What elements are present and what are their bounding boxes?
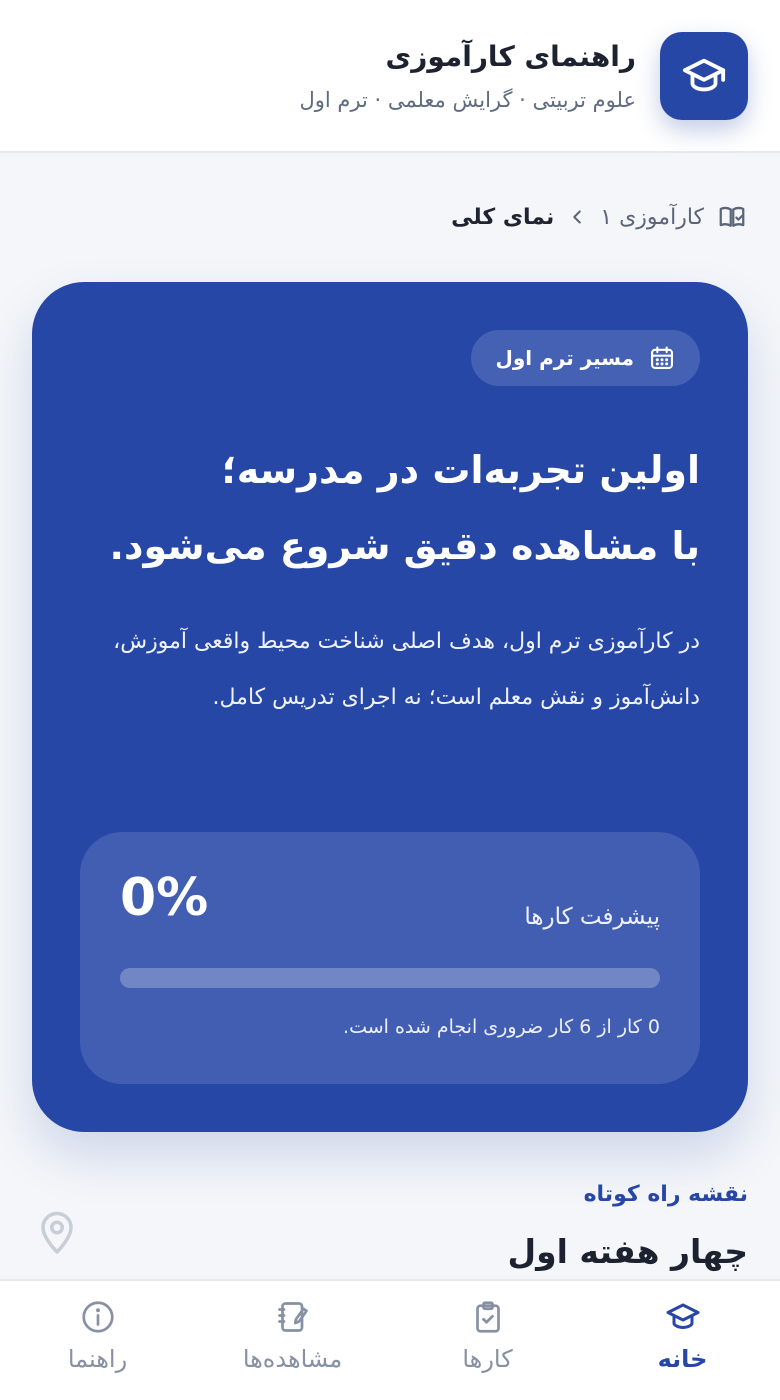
calendar-icon (651, 346, 673, 369)
graduation-cap-icon (682, 58, 726, 92)
clipboard-check-icon (470, 1299, 506, 1335)
hero-card: مسیر ترم اول اولین تجربه‌ات در مدرسه؛ با… (32, 282, 748, 1132)
hero-title-line-2: با مشاهده دقیق شروع می‌شود. (109, 524, 700, 568)
breadcrumb-parent[interactable]: کارآموزی ۱ (600, 205, 704, 230)
nav-item-label: راهنما (67, 1345, 128, 1373)
map-pin-icon (36, 1206, 78, 1260)
roadmap-title: چهار هفته اول (507, 1232, 748, 1271)
nav-item-label: مشاهده‌ها (242, 1345, 343, 1373)
hero-description: در کارآموزی ترم اول، هدف اصلی شناخت محیط… (113, 629, 700, 710)
hero-chip-label: مسیر ترم اول (495, 346, 634, 370)
info-icon (80, 1299, 116, 1335)
nav-item-label: خانه (657, 1345, 708, 1373)
breadcrumb: کارآموزی ۱ نمای کلی (451, 202, 748, 232)
progress-value: 0% (120, 868, 209, 928)
nav-item-observations[interactable]: مشاهده‌ها (195, 1281, 390, 1400)
nav-item-label: کارها (462, 1345, 513, 1373)
app-header: راهنمای کارآموزی علوم تربیتی · گرایش معل… (0, 0, 780, 153)
hero-title-line-1: اولین تجربه‌ات در مدرسه؛ (221, 448, 700, 492)
progress-note: 0 کار از 6 کار ضروری انجام شده است. (343, 1016, 660, 1038)
chevron-left-icon (566, 206, 588, 228)
breadcrumb-current: نمای کلی (451, 204, 555, 230)
nav-item-home[interactable]: خانه (585, 1281, 780, 1400)
hero-title: اولین تجربه‌ات در مدرسه؛ با مشاهده دقیق … (80, 432, 700, 584)
app-logo (660, 32, 748, 120)
nav-item-guide[interactable]: راهنما (0, 1281, 195, 1400)
notebook-edit-icon (275, 1299, 311, 1335)
nav-item-tasks[interactable]: کارها (390, 1281, 585, 1400)
bottom-nav: خانه کارها مشاهده‌ها (0, 1279, 780, 1400)
hero-chip: مسیر ترم اول (471, 330, 700, 386)
app-subtitle: علوم تربیتی · گرایش معلمی · ترم اول (299, 88, 636, 112)
progress-label: پیشرفت کارها (524, 904, 660, 930)
roadmap-kicker: نقشه راه کوتاه (583, 1182, 748, 1207)
graduation-cap-icon (665, 1299, 701, 1335)
book-icon (716, 202, 748, 232)
progress-panel: پیشرفت کارها 0% 0 کار از 6 کار ضروری انج… (80, 832, 700, 1084)
progress-bar (120, 968, 660, 988)
app-title: راهنمای کارآموزی (385, 40, 636, 73)
